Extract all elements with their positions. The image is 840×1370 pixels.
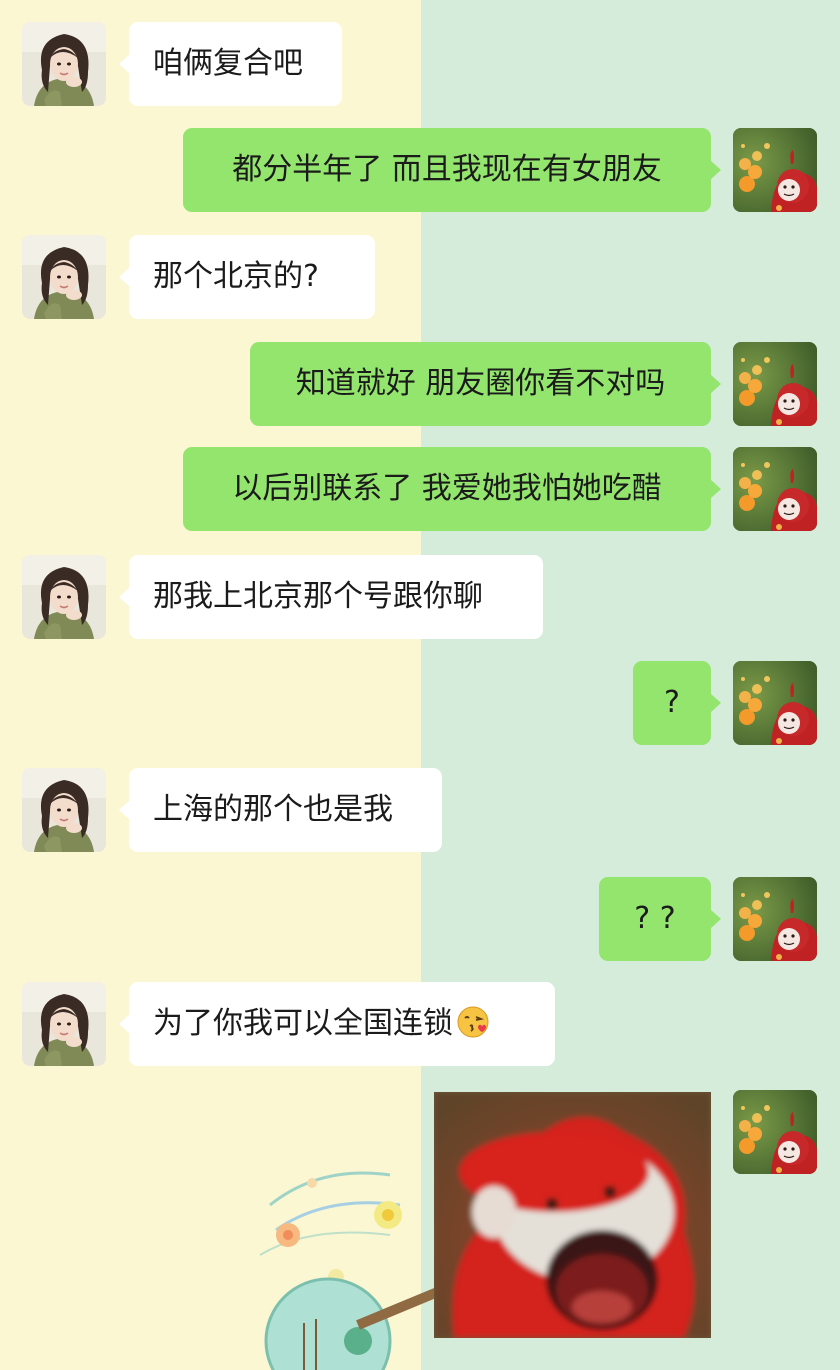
guitar-decoration	[259, 1171, 440, 1370]
incoming-bubble[interactable]: 为了你我可以全国连锁	[119, 982, 555, 1066]
outgoing-bubble[interactable]: 都分半年了 而且我现在有女朋友	[183, 128, 721, 212]
girl-avatar[interactable]	[22, 768, 106, 852]
outgoing-bubble[interactable]: ? ?	[599, 877, 721, 961]
girl-avatar[interactable]	[22, 982, 106, 1066]
girl-avatar[interactable]	[22, 22, 106, 106]
message-text: 为了你我可以全国连锁	[153, 1006, 453, 1041]
chat-area: 咱俩复合吧 都分半年了 而且我现在有女朋友 那个北京的? 知道就好 朋友圈你看不…	[0, 0, 840, 1370]
incoming-bubble[interactable]: 那我上北京那个号跟你聊	[119, 555, 543, 639]
red-teletubby-avatar[interactable]	[733, 661, 817, 745]
message-text: 那个北京的?	[153, 259, 319, 294]
screaming-red-creature-sticker[interactable]	[434, 1092, 711, 1338]
message-text: 都分半年了 而且我现在有女朋友	[232, 152, 662, 187]
outgoing-bubble[interactable]: 知道就好 朋友圈你看不对吗	[250, 342, 721, 426]
message-text: 咱俩复合吧	[153, 46, 303, 81]
incoming-bubble[interactable]: 咱俩复合吧	[119, 22, 342, 106]
red-teletubby-avatar[interactable]	[733, 1090, 817, 1174]
kissing-face-with-heart-emoji	[457, 1006, 489, 1038]
incoming-bubble[interactable]: 那个北京的?	[119, 235, 375, 319]
outgoing-bubble[interactable]: 以后别联系了 我爱她我怕她吃醋	[183, 447, 721, 531]
message-text: 那我上北京那个号跟你聊	[153, 579, 483, 614]
message-text: 知道就好 朋友圈你看不对吗	[295, 366, 666, 401]
red-teletubby-avatar[interactable]	[733, 128, 817, 212]
red-teletubby-avatar[interactable]	[733, 877, 817, 961]
red-teletubby-avatar[interactable]	[733, 342, 817, 426]
girl-avatar[interactable]	[22, 555, 106, 639]
outgoing-bubble[interactable]: ?	[633, 661, 721, 745]
message-text: 以后别联系了 我爱她我怕她吃醋	[232, 471, 662, 506]
girl-avatar[interactable]	[22, 235, 106, 319]
message-text: 上海的那个也是我	[153, 792, 393, 827]
message-text: ? ?	[634, 901, 676, 936]
message-text: ?	[664, 685, 680, 720]
incoming-bubble[interactable]: 上海的那个也是我	[119, 768, 442, 852]
red-teletubby-avatar[interactable]	[733, 447, 817, 531]
